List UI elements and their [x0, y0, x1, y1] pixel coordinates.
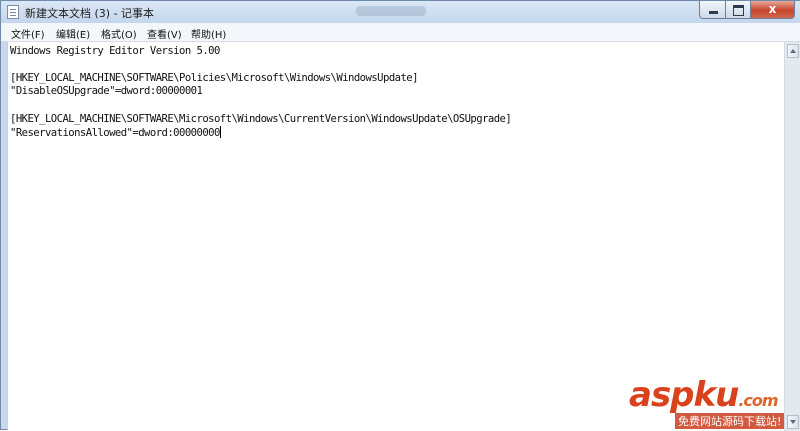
text-content: "ReservationsAllowed"=dword:00000000	[10, 127, 220, 139]
minimize-button[interactable]	[699, 1, 726, 19]
watermark-tagline: 免费网站源码下载站!	[675, 413, 785, 429]
menu-edit[interactable]: 编辑(E)	[56, 26, 90, 41]
notepad-icon[interactable]	[7, 5, 19, 19]
window-controls: x	[699, 1, 795, 19]
text-line: [HKEY_LOCAL_MACHINE\SOFTWARE\Microsoft\W…	[10, 113, 512, 125]
menu-bar: 文件(F) 编辑(E) 格式(O) 查看(V) 帮助(H)	[1, 23, 800, 42]
window-title: 新建文本文档 (3) - 记事本	[25, 7, 155, 20]
text-line: Windows Registry Editor Version 5.00	[10, 45, 220, 57]
watermark-logo-tld: .com	[738, 391, 778, 410]
text-line: "DisableOSUpgrade"=dword:00000001	[10, 85, 203, 97]
notepad-window: 新建文本文档 (3) - 记事本 x 文件(F) 编辑(E) 格式(O) 查看(…	[0, 0, 800, 431]
watermark-logo-text: aspku	[629, 375, 739, 415]
vertical-scrollbar[interactable]	[784, 42, 800, 431]
text-editor[interactable]: Windows Registry Editor Version 5.00 [HK…	[7, 42, 784, 431]
arrow-up-icon[interactable]	[787, 44, 799, 58]
text-line-cursor: "ReservationsAllowed"=dword:00000000	[10, 126, 221, 139]
watermark: aspku.com 免费网站源码下载站!	[623, 375, 798, 429]
close-icon: x	[768, 2, 777, 16]
close-button[interactable]: x	[751, 1, 795, 19]
blurred-overlay	[356, 6, 426, 16]
menu-view[interactable]: 查看(V)	[147, 26, 182, 41]
text-caret	[219, 126, 221, 138]
watermark-logo: aspku.com	[629, 375, 779, 415]
menu-help[interactable]: 帮助(H)	[191, 26, 226, 41]
title-bar[interactable]: 新建文本文档 (3) - 记事本 x	[1, 1, 800, 23]
maximize-button[interactable]	[726, 1, 751, 19]
text-line: [HKEY_LOCAL_MACHINE\SOFTWARE\Policies\Mi…	[10, 72, 419, 84]
menu-file[interactable]: 文件(F)	[11, 26, 45, 41]
menu-format[interactable]: 格式(O)	[101, 26, 137, 41]
